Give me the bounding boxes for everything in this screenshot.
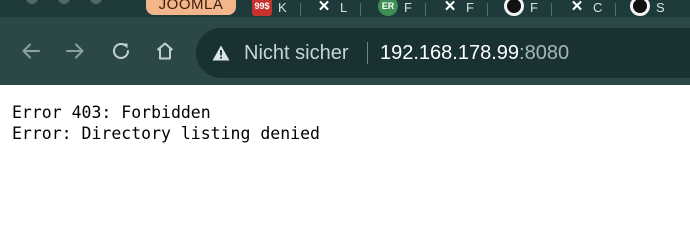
tab-f1[interactable]: ER F [378, 0, 426, 17]
crow-icon: ✕ [570, 0, 584, 15]
reload-icon [113, 42, 129, 59]
url-port: :8080 [519, 42, 570, 64]
green-circle-icon: ER [378, 0, 398, 16]
tab-l[interactable]: ✕ L [314, 0, 362, 17]
ring-icon [630, 0, 650, 16]
reload-button[interactable] [107, 37, 135, 65]
url-text[interactable]: 192.168.178.99:8080 [380, 41, 569, 65]
tab-label: F [530, 0, 538, 15]
warning-triangle-icon [212, 45, 230, 61]
tab-s[interactable]: S [630, 0, 665, 17]
window-close-dot[interactable] [26, 0, 38, 4]
arrow-right-icon [66, 43, 84, 59]
forward-button[interactable] [61, 37, 89, 65]
tab-separator [424, 3, 426, 16]
tab-f2[interactable]: ✕ F [440, 0, 488, 17]
error-detail-line: Error: Directory listing denied [12, 124, 320, 143]
window-minimize-dot[interactable] [58, 0, 70, 4]
tab-separator [615, 3, 617, 16]
tab-f3[interactable]: F [504, 0, 552, 17]
tab-separator [299, 3, 301, 16]
tab-label: F [466, 0, 474, 15]
tab-label: F [404, 0, 412, 15]
tab-separator [486, 3, 488, 16]
browser-toolbar: Nicht sicher 192.168.178.99:8080 [0, 17, 690, 85]
address-divider [367, 42, 368, 64]
tab-separator [550, 3, 552, 16]
tab-joomla[interactable]: JOOMLA [146, 0, 236, 15]
tab-label: JOOMLA [158, 0, 224, 13]
security-label[interactable]: Nicht sicher [244, 41, 348, 65]
tab-label: S [656, 0, 665, 15]
page-content: Error 403: Forbidden Error: Directory li… [12, 102, 320, 144]
home-button[interactable] [151, 37, 179, 65]
crow-icon: ✕ [317, 0, 331, 15]
tab-label: K [278, 0, 287, 15]
url-host: 192.168.178.99 [380, 42, 520, 64]
ring-icon [504, 0, 524, 16]
tab-label: L [340, 0, 348, 15]
address-bar[interactable]: Nicht sicher 192.168.178.99:8080 [196, 28, 690, 78]
tab-strip: JOOMLA 99$ K ✕ L ER F ✕ F F ✕ C S [0, 0, 690, 17]
arrow-left-icon [22, 43, 40, 59]
tab-label: C [593, 0, 603, 15]
crow-icon: ✕ [443, 0, 457, 15]
error-status-line: Error 403: Forbidden [12, 103, 211, 122]
window-zoom-dot[interactable] [90, 0, 102, 4]
home-icon [156, 42, 174, 60]
tab-c[interactable]: ✕ C [567, 0, 617, 17]
tab-separator [360, 3, 362, 16]
back-button[interactable] [17, 37, 45, 65]
tab-k[interactable]: 99$ K [252, 0, 301, 17]
red-badge-icon: 99$ [252, 0, 272, 16]
